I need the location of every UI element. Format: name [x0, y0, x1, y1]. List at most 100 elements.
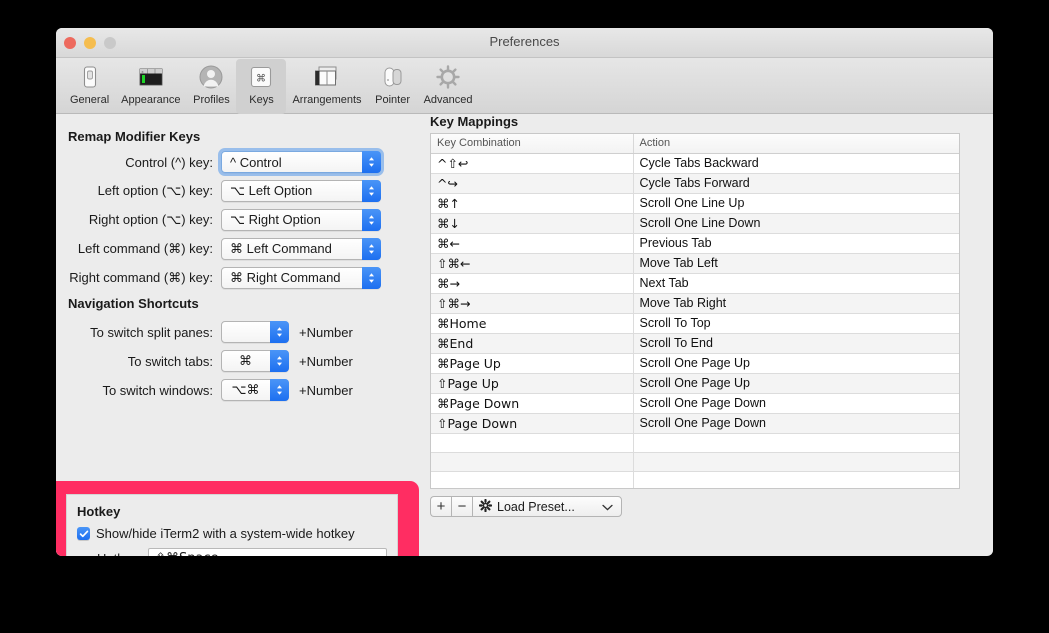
- checkbox-checked-icon[interactable]: [77, 527, 90, 540]
- table-row[interactable]: ⌘← Previous Tab: [431, 233, 959, 254]
- table-row[interactable]: ⇧Page Down Scroll One Page Down: [431, 413, 959, 434]
- remap-label-right-option: Right option (⌥) key:: [88, 212, 213, 227]
- table-row[interactable]: ⇧⌘← Move Tab Left: [431, 253, 959, 274]
- table-row[interactable]: ⌘End Scroll To End: [431, 333, 959, 354]
- cell-action: Cycle Tabs Backward: [633, 153, 959, 174]
- cell-key-combination: ⌘↑: [431, 193, 634, 214]
- remap-select-left-option[interactable]: ⌥ Left Option: [221, 180, 381, 202]
- remap-row-right-option: Right option (⌥) key: ⌥ Right Option: [56, 209, 381, 231]
- keymappings-section-title: Key Mappings: [430, 114, 519, 129]
- toolbar-item-arrangements[interactable]: Arrangements: [286, 59, 367, 108]
- table-row[interactable]: ⌘→ Next Tab: [431, 273, 959, 294]
- add-mapping-button[interactable]: +: [430, 496, 451, 517]
- toolbar-item-general[interactable]: General: [64, 59, 115, 108]
- cell-key-combination: ⌘Page Down: [431, 393, 634, 414]
- table-row[interactable]: ⌘↓ Scroll One Line Down: [431, 213, 959, 234]
- cell-action: Scroll To Top: [633, 313, 959, 334]
- stepper-icon[interactable]: [362, 180, 381, 202]
- toolbar-item-advanced[interactable]: Advanced: [418, 59, 479, 108]
- keymappings-table: Key Combination Action ^⇧↩ Cycle Tabs Bac…: [431, 134, 959, 488]
- hotkey-input[interactable]: ⇧⌘Space: [148, 548, 387, 556]
- toolbar-item-pointer-label: Pointer: [375, 94, 410, 106]
- nav-suffix-windows: +Number: [299, 382, 353, 398]
- cell-key-combination: [431, 452, 634, 472]
- table-row[interactable]: ⌘Page Down Scroll One Page Down: [431, 393, 959, 414]
- toolbar-item-appearance-label: Appearance: [121, 94, 181, 106]
- table-row[interactable]: [431, 471, 959, 488]
- table-row[interactable]: ^⇧↩ Cycle Tabs Backward: [431, 153, 959, 174]
- stepper-icon[interactable]: [362, 238, 381, 260]
- nav-select-tabs[interactable]: ⌘: [221, 350, 289, 372]
- cell-key-combination: ⌘→: [431, 273, 634, 294]
- gear-icon: [478, 498, 493, 515]
- stepper-icon[interactable]: [362, 267, 381, 289]
- nav-select-windows[interactable]: ⌥⌘: [221, 379, 289, 401]
- table-row[interactable]: ⇧⌘→ Move Tab Right: [431, 293, 959, 314]
- remove-mapping-button[interactable]: −: [451, 496, 472, 517]
- nav-row-windows: To switch windows: ⌥⌘ +Number: [56, 379, 353, 401]
- nav-row-tabs: To switch tabs: ⌘ +Number: [56, 350, 353, 372]
- column-header-key-combination[interactable]: Key Combination: [431, 134, 634, 154]
- cell-key-combination: [431, 471, 634, 488]
- appearance-icon: x: [135, 62, 167, 92]
- stepper-icon[interactable]: [270, 350, 289, 372]
- preferences-window: Preferences General x Appearance Profile…: [56, 28, 993, 556]
- cell-action: Scroll One Line Up: [633, 193, 959, 214]
- remap-select-right-option[interactable]: ⌥ Right Option: [221, 209, 381, 231]
- remap-row-left-option: Left option (⌥) key: ⌥ Left Option: [56, 180, 381, 202]
- remap-select-control[interactable]: ^ Control: [218, 148, 384, 176]
- cell-action: Scroll One Page Down: [633, 393, 959, 414]
- table-header-row: Key Combination Action: [431, 134, 959, 154]
- keys-icon: ⌘: [245, 62, 277, 92]
- toolbar-item-keys-label: Keys: [249, 94, 274, 106]
- table-row[interactable]: ⌘↑ Scroll One Line Up: [431, 193, 959, 214]
- svg-text:⌘: ⌘: [256, 74, 266, 85]
- toolbar-item-profiles[interactable]: Profiles: [186, 59, 236, 108]
- remap-label-control: Control (^) key:: [125, 154, 213, 170]
- column-header-action[interactable]: Action: [633, 134, 959, 154]
- table-row[interactable]: ⌘Page Up Scroll One Page Up: [431, 353, 959, 374]
- stepper-icon[interactable]: [270, 379, 289, 401]
- remap-label-right-command: Right command (⌘) key:: [69, 270, 213, 285]
- remap-select-right-command[interactable]: ⌘ Right Command: [221, 267, 381, 289]
- cell-action: Scroll One Page Up: [633, 353, 959, 374]
- table-row[interactable]: ⇧Page Up Scroll One Page Up: [431, 373, 959, 394]
- keymappings-table-wrap[interactable]: Key Combination Action ^⇧↩ Cycle Tabs Bac…: [430, 133, 960, 489]
- load-preset-label: Load Preset...: [497, 499, 575, 514]
- hotkey-input-value: ⇧⌘Space: [155, 551, 219, 556]
- remap-select-left-command[interactable]: ⌘ Left Command: [221, 238, 381, 260]
- load-preset-dropdown[interactable]: Load Preset...: [472, 496, 622, 517]
- remap-row-right-command: Right command (⌘) key: ⌘ Right Command: [56, 267, 381, 289]
- cell-key-combination: ⌘↓: [431, 213, 634, 234]
- table-row[interactable]: [431, 433, 959, 453]
- pointer-icon: [377, 62, 409, 92]
- cell-action: Scroll One Line Down: [633, 213, 959, 234]
- cell-action: Scroll To End: [633, 333, 959, 354]
- cell-key-combination: ⌘End: [431, 333, 634, 354]
- right-panel: Key Mappings Key Combination Action ^⇧↩ C…: [430, 114, 993, 555]
- toolbar-item-appearance[interactable]: x Appearance: [115, 59, 186, 108]
- remap-select-right-command-value: ⌘ Right Command: [230, 270, 341, 285]
- nav-label-tabs: To switch tabs:: [127, 353, 213, 369]
- toolbar-item-keys[interactable]: ⌘ Keys: [236, 59, 287, 114]
- hotkey-showhide-row[interactable]: Show/hide iTerm2 with a system-wide hotk…: [77, 526, 387, 541]
- hotkey-field-row: Hotkey: ⇧⌘Space: [77, 548, 387, 556]
- stepper-icon[interactable]: [362, 209, 381, 231]
- preferences-toolbar: General x Appearance Profiles ⌘ Keys Arr…: [56, 58, 993, 114]
- cell-action: Scroll One Page Down: [633, 413, 959, 434]
- table-row[interactable]: [431, 452, 959, 472]
- nav-select-windows-value: ⌥⌘: [231, 382, 260, 398]
- nav-label-split-panes: To switch split panes:: [90, 324, 213, 340]
- cell-key-combination: ^⇧↩: [431, 153, 634, 174]
- minus-icon: −: [457, 498, 467, 515]
- stepper-icon[interactable]: [362, 151, 381, 173]
- table-row[interactable]: ⌘Home Scroll To Top: [431, 313, 959, 334]
- cell-action: Cycle Tabs Forward: [633, 173, 959, 194]
- cell-action: Next Tab: [633, 273, 959, 294]
- remap-select-left-command-value: ⌘ Left Command: [230, 241, 332, 256]
- stepper-icon[interactable]: [270, 321, 289, 343]
- table-row[interactable]: ^↪ Cycle Tabs Forward: [431, 173, 959, 194]
- toolbar-item-pointer[interactable]: Pointer: [368, 59, 418, 108]
- cell-action: [633, 452, 959, 472]
- nav-select-split-panes[interactable]: [221, 321, 289, 343]
